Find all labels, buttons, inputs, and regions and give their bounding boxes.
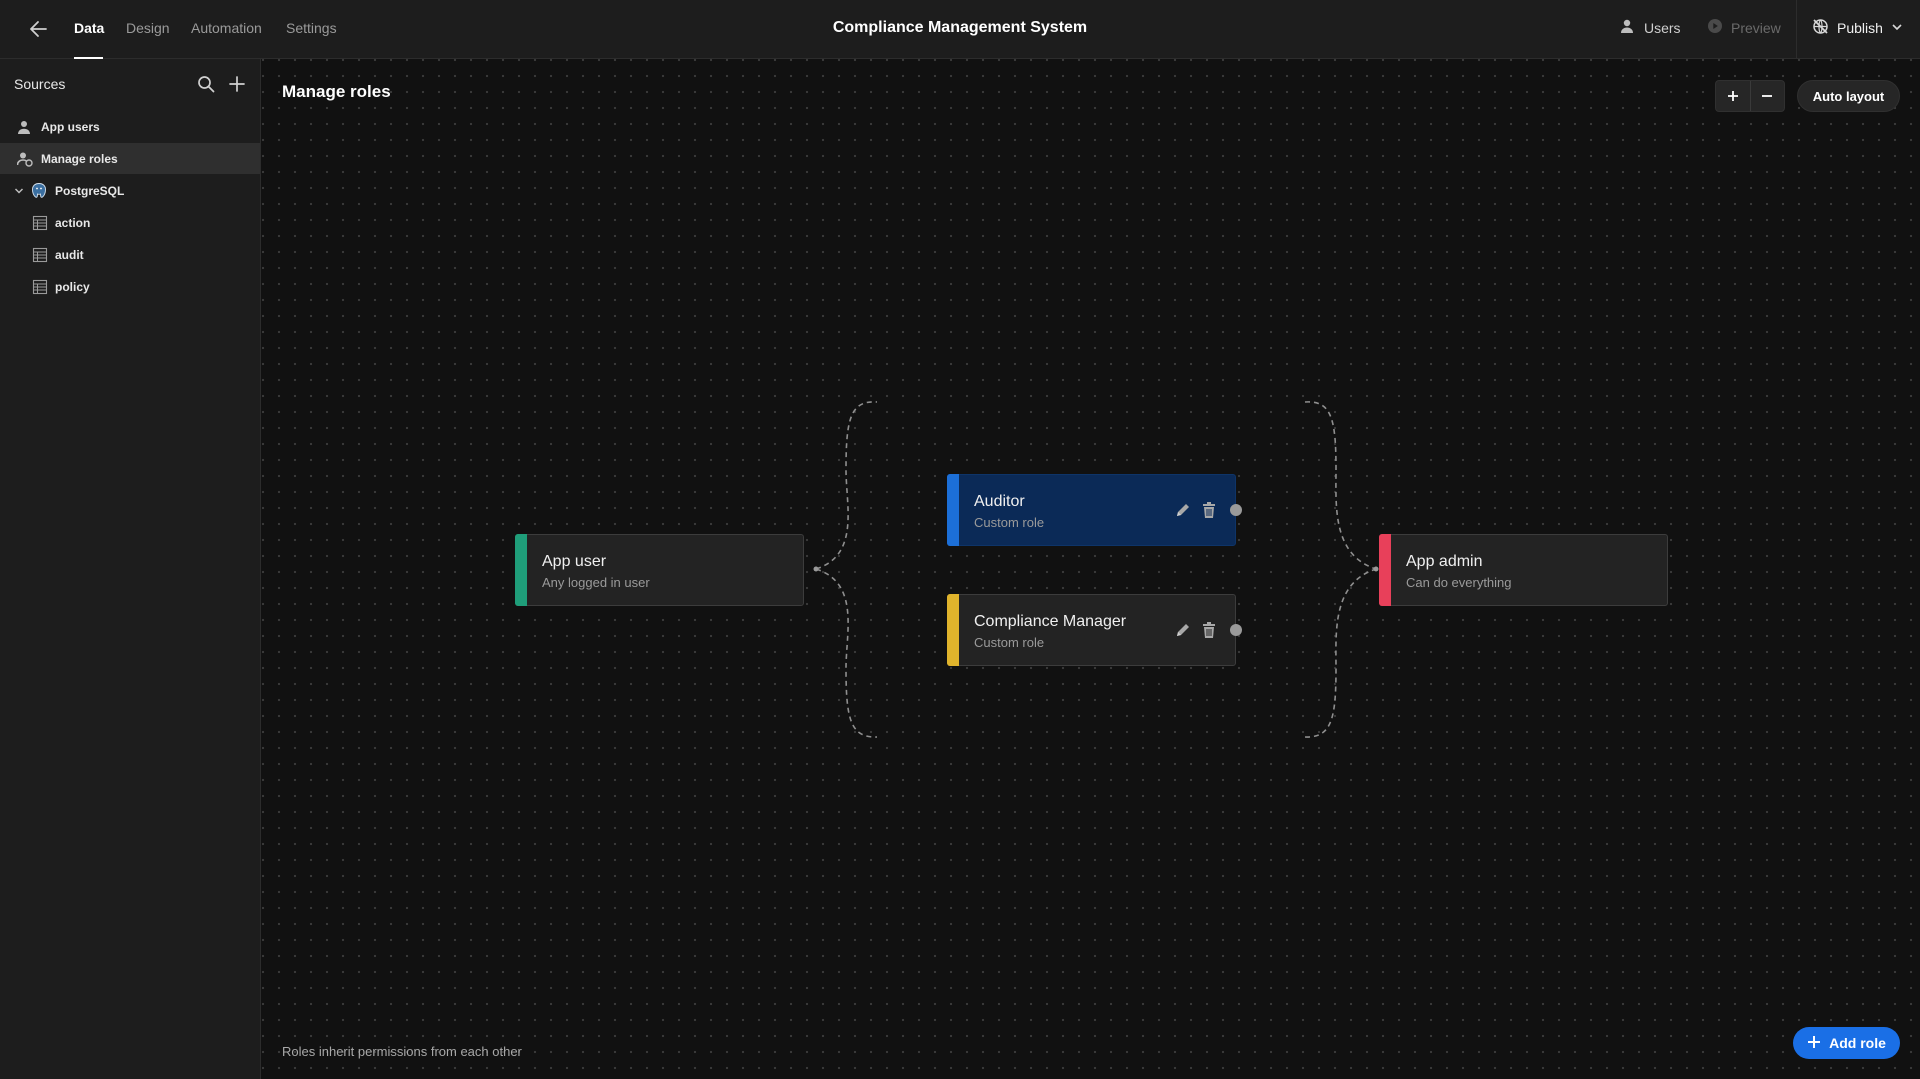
sidebar-item-label: Manage roles bbox=[41, 151, 118, 166]
table-icon bbox=[32, 247, 48, 263]
plus-icon bbox=[1727, 91, 1738, 101]
role-color-stripe bbox=[947, 474, 959, 546]
users-label: Users bbox=[1644, 19, 1681, 36]
tab-settings[interactable]: Settings bbox=[286, 20, 337, 36]
sidebar-item-label: action bbox=[55, 215, 91, 230]
role-description: Custom role bbox=[974, 635, 1045, 650]
sidebar-item-label: policy bbox=[55, 279, 90, 294]
sidebar-item-label: PostgreSQL bbox=[55, 183, 125, 198]
connection-handle[interactable] bbox=[1230, 624, 1242, 636]
tab-design[interactable]: Design bbox=[126, 20, 170, 36]
minus-icon bbox=[1762, 95, 1773, 97]
user-icon bbox=[1620, 18, 1636, 37]
sidebar-item-postgresql[interactable]: PostgreSQL bbox=[0, 175, 260, 206]
trash-icon[interactable] bbox=[1199, 500, 1219, 520]
sidebar-item-label: audit bbox=[55, 247, 84, 262]
publish-label: Publish bbox=[1837, 20, 1883, 36]
role-color-stripe bbox=[515, 534, 527, 606]
top-bar: Data Design Automation Settings Complian… bbox=[0, 0, 1920, 59]
roles-canvas[interactable] bbox=[262, 59, 1920, 1079]
role-description: Any logged in user bbox=[542, 575, 650, 590]
sidebar-item-table-policy[interactable]: policy bbox=[0, 271, 260, 302]
sources-sidebar: Sources App users Manage roles PostgreSQ… bbox=[0, 59, 261, 1079]
role-color-stripe bbox=[947, 594, 959, 666]
zoom-in-button[interactable] bbox=[1716, 81, 1750, 111]
add-source-icon[interactable] bbox=[226, 73, 248, 95]
play-icon bbox=[1707, 18, 1723, 37]
role-name: Auditor bbox=[974, 493, 1025, 510]
role-node-auditor[interactable]: Auditor Custom role bbox=[947, 474, 1242, 546]
trash-icon[interactable] bbox=[1199, 620, 1219, 640]
role-node-app-user[interactable]: App user Any logged in user bbox=[515, 534, 804, 606]
role-name: App admin bbox=[1406, 553, 1483, 570]
back-arrow-icon[interactable] bbox=[26, 17, 52, 41]
role-description: Custom role bbox=[974, 515, 1045, 530]
role-node-app-admin[interactable]: App admin Can do everything bbox=[1379, 534, 1668, 606]
add-role-label: Add role bbox=[1829, 1035, 1886, 1051]
table-icon bbox=[32, 215, 48, 231]
users-button[interactable]: Users bbox=[1620, 18, 1681, 37]
connection-handle[interactable] bbox=[1230, 504, 1242, 516]
zoom-controls bbox=[1715, 80, 1785, 112]
preview-button[interactable]: Preview bbox=[1707, 18, 1781, 37]
sidebar-title: Sources bbox=[14, 76, 66, 92]
chevron-down-icon bbox=[1891, 20, 1903, 36]
tab-automation[interactable]: Automation bbox=[191, 20, 262, 36]
preview-label: Preview bbox=[1731, 19, 1781, 36]
page-title: Manage roles bbox=[282, 82, 391, 101]
postgresql-icon bbox=[30, 182, 48, 200]
inheritance-note: Roles inherit permissions from each othe… bbox=[282, 1044, 522, 1059]
edit-icon[interactable] bbox=[1173, 500, 1193, 520]
sidebar-item-app-users[interactable]: App users bbox=[0, 111, 260, 142]
roles-icon bbox=[16, 151, 33, 167]
sidebar-item-table-action[interactable]: action bbox=[0, 207, 260, 238]
edit-icon[interactable] bbox=[1173, 620, 1193, 640]
role-node-compliance-manager[interactable]: Compliance Manager Custom role bbox=[947, 594, 1242, 666]
table-icon bbox=[32, 279, 48, 295]
publish-button[interactable]: Publish bbox=[1812, 18, 1903, 38]
sidebar-item-manage-roles[interactable]: Manage roles bbox=[0, 143, 260, 174]
sidebar-item-label: App users bbox=[41, 119, 100, 134]
chevron-down-icon[interactable] bbox=[13, 183, 25, 199]
role-description: Can do everything bbox=[1406, 575, 1512, 590]
topbar-divider bbox=[1796, 0, 1797, 58]
zoom-out-button[interactable] bbox=[1749, 81, 1784, 111]
add-role-button[interactable]: Add role bbox=[1793, 1027, 1900, 1059]
globe-off-icon bbox=[1812, 18, 1829, 38]
tab-data[interactable]: Data bbox=[74, 20, 104, 36]
auto-layout-button[interactable]: Auto layout bbox=[1797, 80, 1900, 112]
search-icon[interactable] bbox=[195, 73, 217, 95]
role-name: Compliance Manager bbox=[974, 613, 1127, 630]
role-color-stripe bbox=[1379, 534, 1391, 606]
users-icon bbox=[17, 119, 33, 135]
plus-icon bbox=[1807, 1035, 1821, 1052]
sidebar-item-table-audit[interactable]: audit bbox=[0, 239, 260, 270]
role-name: App user bbox=[542, 553, 607, 570]
